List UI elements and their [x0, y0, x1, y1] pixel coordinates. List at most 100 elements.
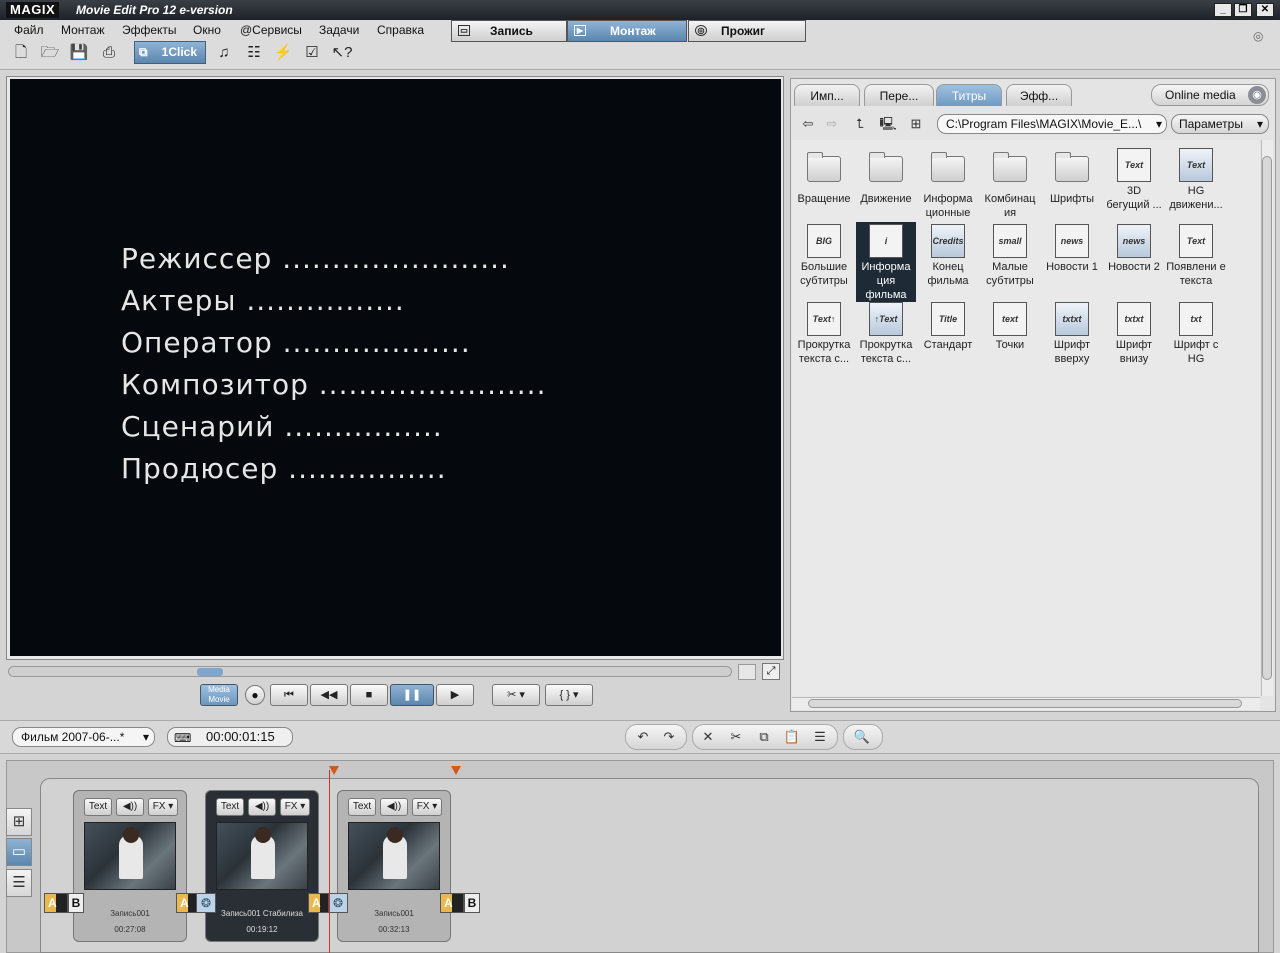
folder-up-icon[interactable]: ⮤	[851, 115, 869, 133]
horizontal-scrollbar-thumb[interactable]	[808, 699, 1242, 708]
grid-view-icon[interactable]: ⊞	[6, 808, 32, 836]
clip-fx-button[interactable]: FX ▾	[412, 798, 442, 816]
path-dropdown[interactable]: C:\Program Files\MAGIX\Movie_E...\ ▾	[937, 114, 1167, 134]
clip-fx-button[interactable]: FX ▾	[280, 798, 310, 816]
checklist-icon[interactable]: ☑	[301, 43, 323, 63]
transition-b-icon[interactable]: B	[68, 893, 84, 913]
transition-a-icon[interactable]: A	[440, 893, 464, 913]
project-selector[interactable]: Фильм 2007-06-...* ▾	[12, 727, 155, 747]
range-options-icon[interactable]: { } ▾	[545, 684, 593, 706]
magic-wand-icon[interactable]: ⚡	[272, 43, 294, 63]
fast-forward-icon[interactable]: ▶	[436, 684, 474, 706]
context-help-icon[interactable]: ↖?	[331, 43, 353, 63]
timeline-view-icon[interactable]: ☰	[6, 869, 32, 897]
title-template-item[interactable]: Credits Конец фильма	[918, 224, 978, 288]
close-button[interactable]: ✕	[1256, 3, 1274, 17]
open-folder-icon[interactable]: 🗁	[39, 43, 61, 63]
stabilize-effect-icon[interactable]: ❂	[328, 893, 348, 913]
title-template-item[interactable]: Информа ционные	[918, 148, 978, 220]
fullscreen-icon[interactable]: ⤢	[762, 663, 780, 680]
title-template-item[interactable]: Вращение	[794, 148, 854, 206]
group-icon[interactable]: ☰	[809, 727, 831, 747]
stabilize-effect-icon[interactable]: ❂	[196, 893, 216, 913]
title-template-item[interactable]: Комбинац ия	[980, 148, 1040, 220]
zoom-icon[interactable]: 🔍	[851, 727, 873, 747]
range-start-marker[interactable]	[329, 766, 339, 775]
title-template-item[interactable]: news Новости 2	[1104, 224, 1164, 274]
oneclick-button[interactable]: ⧉ 1Click	[134, 41, 206, 64]
title-template-item[interactable]: news Новости 1	[1042, 224, 1102, 274]
clip-audio-button[interactable]: ◀))	[116, 798, 144, 816]
tab-transitions[interactable]: Пере...	[864, 84, 934, 106]
video-monitor[interactable]: Режиссер ....................... Актеры …	[10, 79, 781, 656]
storyboard-view-icon[interactable]: ▭	[6, 838, 32, 866]
storyboard-clip[interactable]: Text ◀)) FX ▾ Запись001 Стабилиза 00:19:…	[205, 790, 319, 942]
menu-file[interactable]: Файл	[14, 21, 44, 39]
stop-icon[interactable]: ■	[350, 684, 388, 706]
record-icon[interactable]: ●	[245, 685, 265, 705]
mode-tab-record[interactable]: ▭ Запись	[451, 20, 567, 42]
delete-icon[interactable]: ✕	[697, 727, 719, 747]
title-template-item[interactable]: Title Стандарт	[918, 302, 978, 352]
menu-help[interactable]: Справка	[377, 21, 424, 39]
title-template-item[interactable]: Text FX 3D бегущий ...	[1104, 148, 1164, 212]
forward-arrow-icon[interactable]: ⇨	[823, 115, 841, 133]
new-file-icon[interactable]: 🗋	[10, 43, 32, 63]
menu-window[interactable]: Окно	[193, 21, 221, 39]
title-template-item[interactable]: Text Появлени е текста	[1166, 224, 1226, 288]
clip-text-button[interactable]: Text	[216, 798, 244, 816]
clip-audio-button[interactable]: ◀))	[380, 798, 408, 816]
music-icon[interactable]: ♫	[213, 43, 235, 63]
settings-dot-icon[interactable]: ◎	[1253, 29, 1263, 43]
tab-titles[interactable]: Титры	[936, 84, 1002, 106]
mixer-icon[interactable]: ☷	[243, 43, 265, 63]
clip-audio-button[interactable]: ◀))	[248, 798, 276, 816]
range-end-marker[interactable]	[451, 766, 461, 775]
tab-effects[interactable]: Эфф...	[1006, 84, 1072, 106]
storyboard-clip[interactable]: Text ◀)) FX ▾ Запись001 00:27:08	[73, 790, 187, 942]
media-movie-toggle[interactable]: Media Movie	[200, 684, 238, 706]
title-template-item[interactable]: txtxt Шрифт вверху	[1042, 302, 1102, 366]
title-template-item[interactable]: small Малые субтитры	[980, 224, 1040, 288]
back-arrow-icon[interactable]: ⇦	[799, 115, 817, 133]
cut-icon[interactable]: ✂	[725, 727, 747, 747]
title-template-item[interactable]: ↑Text Прокрутка текста с...	[856, 302, 916, 366]
title-template-item[interactable]: BIG Большие субтитры	[794, 224, 854, 288]
pause-icon[interactable]: ❚❚	[390, 684, 434, 706]
clip-text-button[interactable]: Text	[348, 798, 376, 816]
transition-b-icon[interactable]: B	[464, 893, 480, 913]
copy-icon[interactable]: ⧉	[753, 727, 775, 747]
rewind-icon[interactable]: ◀◀	[310, 684, 348, 706]
title-template-item[interactable]: txt Шрифт с HG	[1166, 302, 1226, 366]
clip-fx-button[interactable]: FX ▾	[148, 798, 178, 816]
title-template-item[interactable]: Text HG движени...	[1166, 148, 1226, 212]
mode-tab-burn[interactable]: ◎ Прожиг	[688, 20, 806, 42]
title-template-item[interactable]: i Информа ция фильма	[856, 222, 916, 302]
save-icon[interactable]: 💾	[68, 43, 90, 63]
paste-icon[interactable]: 📋	[781, 727, 803, 747]
position-slider-thumb[interactable]	[197, 668, 223, 676]
menu-services[interactable]: @Сервисы	[240, 21, 302, 39]
mode-tab-edit[interactable]: ▶ Монтаж	[567, 20, 687, 42]
title-template-item[interactable]: Шрифты	[1042, 148, 1102, 206]
title-template-item[interactable]: txtxt Шрифт внизу	[1104, 302, 1164, 366]
clip-text-button[interactable]: Text	[84, 798, 112, 816]
computer-icon[interactable]: 🖳	[879, 115, 897, 133]
go-to-start-icon[interactable]: ⏮	[270, 684, 308, 706]
vertical-scrollbar-thumb[interactable]	[1262, 156, 1272, 680]
redo-icon[interactable]: ↷	[658, 727, 680, 747]
title-template-item[interactable]: text Точки	[980, 302, 1040, 352]
storyboard-clip[interactable]: Text ◀)) FX ▾ Запись001 00:32:13	[337, 790, 451, 942]
cut-options-icon[interactable]: ✂ ▾	[492, 684, 540, 706]
position-slider[interactable]	[8, 666, 732, 677]
print-icon[interactable]: ⎙	[98, 43, 120, 63]
menu-tasks[interactable]: Задачи	[319, 21, 359, 39]
undo-icon[interactable]: ↶	[632, 727, 654, 747]
playhead-line[interactable]	[329, 770, 330, 953]
transition-a-icon[interactable]: A	[44, 893, 68, 913]
minimize-button[interactable]: _	[1214, 3, 1232, 17]
menu-edit[interactable]: Монтаж	[61, 21, 105, 39]
menu-effects[interactable]: Эффекты	[122, 21, 177, 39]
title-template-item[interactable]: Движение	[856, 148, 916, 206]
parameters-dropdown[interactable]: Параметры ▾	[1171, 114, 1269, 134]
